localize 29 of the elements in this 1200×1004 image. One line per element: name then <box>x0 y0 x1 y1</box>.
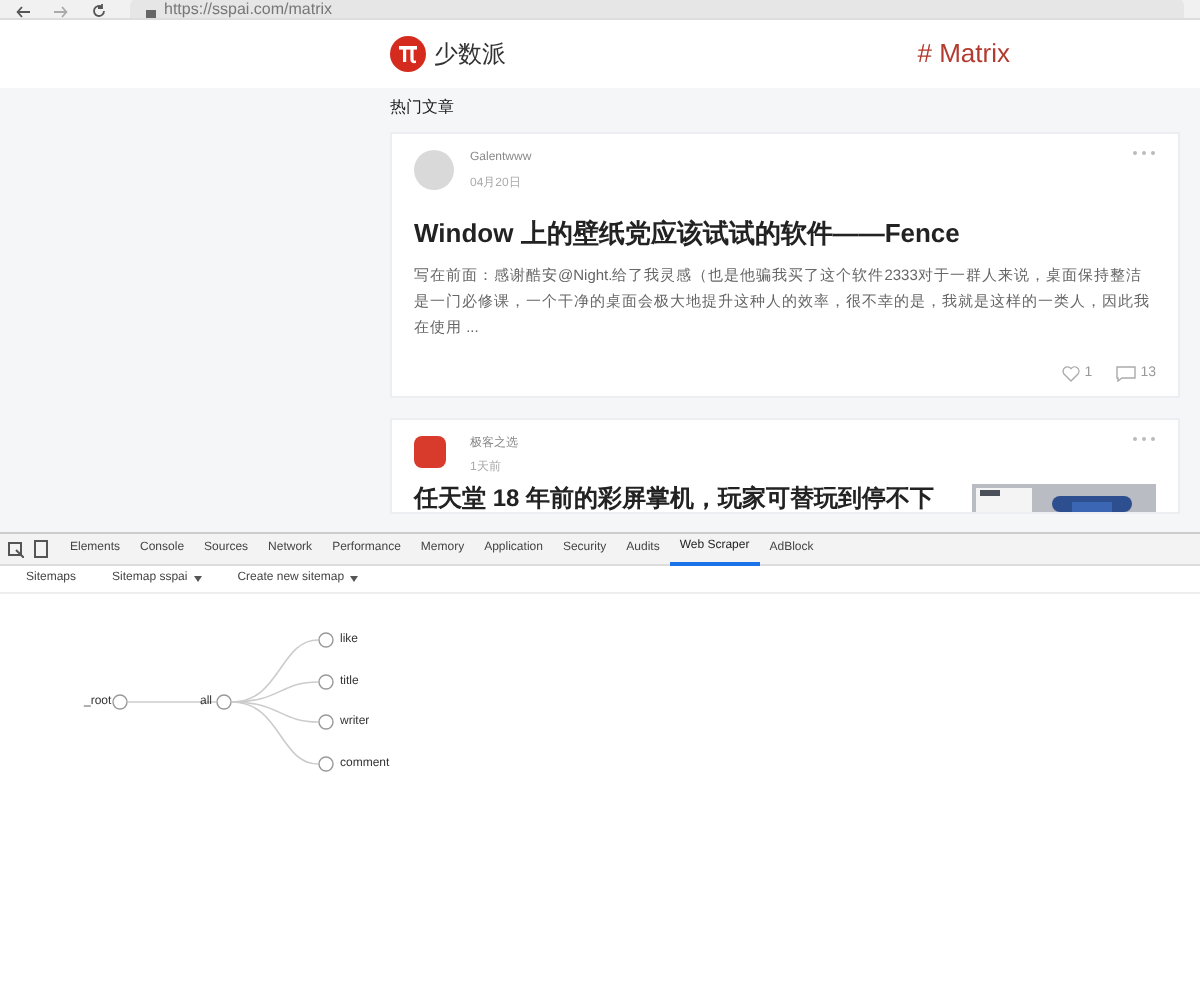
connector-line <box>127 701 217 703</box>
inspect-icon[interactable] <box>8 541 24 557</box>
section-title[interactable]: # Matrix <box>917 34 1010 74</box>
node-circle[interactable] <box>216 694 232 710</box>
article-title: Window 上的壁纸党应该试试的软件——Fence <box>414 216 962 252</box>
device-icon[interactable] <box>32 540 48 558</box>
comment-icon[interactable] <box>1116 365 1137 382</box>
more-icon[interactable] <box>1132 150 1156 156</box>
site-name: 少数派 <box>434 38 506 72</box>
reload-icon[interactable] <box>92 4 106 18</box>
caret-icon <box>193 576 202 582</box>
section-heading: 热门文章 <box>390 96 456 120</box>
avatar <box>414 436 446 468</box>
forward-icon[interactable] <box>54 6 68 18</box>
avatar <box>414 150 454 190</box>
more-icon[interactable] <box>1132 436 1156 442</box>
url-text: https://sspai.com/matrix <box>164 0 333 18</box>
article-title: 任天堂 18 年前的彩屏掌机，玩家可替玩到停不下 <box>414 484 935 512</box>
node-circle[interactable] <box>318 632 334 648</box>
caret-icon <box>350 576 359 582</box>
lock-icon <box>146 6 156 18</box>
address-field[interactable]: https://sspai.com/matrix <box>130 0 1184 18</box>
heart-icon[interactable] <box>1062 365 1081 382</box>
back-icon[interactable] <box>16 6 30 18</box>
node-circle[interactable] <box>112 694 128 710</box>
node-circle[interactable] <box>318 674 334 690</box>
node-circle[interactable] <box>318 714 334 730</box>
logo-icon <box>390 36 426 72</box>
node-circle[interactable] <box>318 756 334 772</box>
